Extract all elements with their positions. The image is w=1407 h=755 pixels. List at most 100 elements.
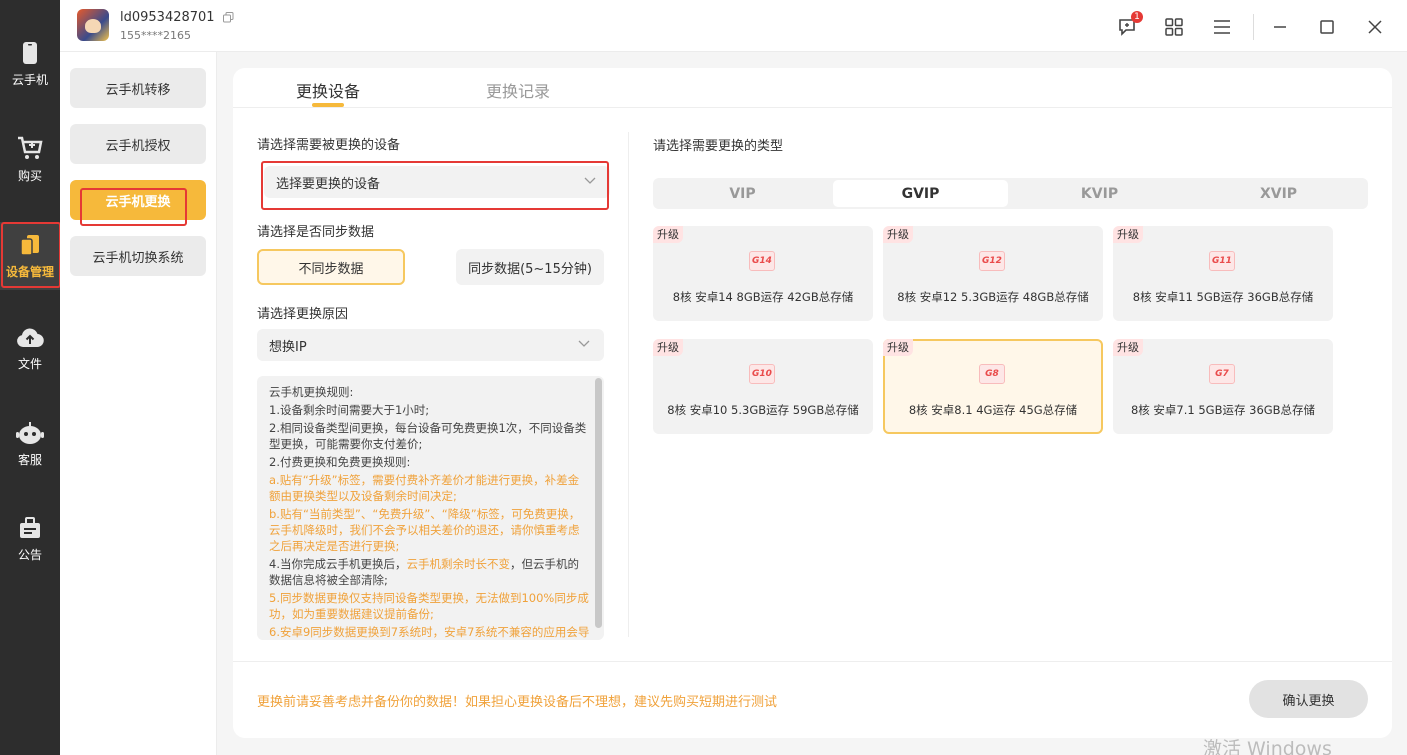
upgrade-tag: 升级 <box>1113 226 1143 243</box>
submenu-authorize[interactable]: 云手机授权 <box>70 124 206 164</box>
submenu-transfer[interactable]: 云手机转移 <box>70 68 206 108</box>
cloud-upload-icon <box>17 327 44 347</box>
product-spec: 8核 安卓12 5.3GB运存 48GB总存储 <box>897 290 1089 304</box>
sync-label: 请选择是否同步数据 <box>257 225 375 240</box>
cart-icon <box>18 136 43 159</box>
footer-warning: 更换前请妥善考虑并备份你的数据！如果担心更换设备后不理想，建议先购买短期进行测试 <box>257 695 778 710</box>
rule-highlight: 云手机剩余时长不变 <box>406 557 510 571</box>
message-button[interactable]: 1 <box>1116 11 1143 38</box>
upgrade-tag: 升级 <box>883 339 913 356</box>
sidebar-item-cloud-phone[interactable]: 云手机 <box>0 30 60 98</box>
minimize-button[interactable] <box>1269 16 1291 38</box>
divider <box>233 107 1392 108</box>
product-card-g8[interactable]: 升级 G8 8核 安卓8.1 4G运存 45G总存储 <box>883 339 1103 434</box>
chevron-down-icon <box>584 177 596 184</box>
sidebar-item-label: 购买 <box>17 168 42 183</box>
tab-replace-history[interactable]: 更换记录 <box>486 78 550 102</box>
top-header: ld0953428701 155****2165 1 <box>60 0 1407 52</box>
tab-replace-device[interactable]: 更换设备 <box>296 78 360 102</box>
device-select-placeholder: 选择要更换的设备 <box>276 176 381 192</box>
device-label: 请选择需要被更换的设备 <box>257 138 401 153</box>
upgrade-tag: 升级 <box>1113 339 1143 356</box>
product-card-g11[interactable]: 升级 G11 8核 安卓11 5GB运存 36GB总存储 <box>1113 226 1333 321</box>
sidebar-item-service[interactable]: 客服 <box>0 410 60 478</box>
copy-icon[interactable] <box>222 12 234 23</box>
sidebar-item-label: 文件 <box>17 356 42 371</box>
sidebar-item-label: 公告 <box>17 547 42 562</box>
main-card: 更换设备 更换记录 请选择需要被更换的设备 选择要更换的设备 请选择是否同步数据… <box>233 68 1392 738</box>
product-card-g7[interactable]: 升级 G7 8核 安卓7.1 5GB运存 36GB总存储 <box>1113 339 1333 434</box>
sidebar-item-buy[interactable]: 购买 <box>0 125 60 193</box>
menu-button[interactable] <box>1211 16 1233 38</box>
product-spec: 8核 安卓14 8GB运存 42GB总存储 <box>672 290 854 304</box>
close-button[interactable] <box>1364 16 1386 38</box>
avatar[interactable] <box>77 9 109 41</box>
product-spec: 8核 安卓10 5.3GB运存 59GB总存储 <box>667 403 859 417</box>
column-divider <box>628 132 629 637</box>
rule-item: 2.付费更换和免费更换规则: <box>269 455 411 469</box>
rule-item: 6.安卓9同步数据更换到7系统时，安卓7系统不兼容的应用会导致安装失败或无法使用… <box>269 625 590 639</box>
sidebar-item-files[interactable]: 文件 <box>0 315 60 383</box>
rules-scrollbar[interactable] <box>595 378 602 628</box>
rule-item: a.贴有“升级”标签，需要付费补齐差价才能进行更换，补差金额由更换类型以及设备剩… <box>269 473 580 503</box>
rule-text: 4.当你完成云手机更换后， <box>269 557 407 571</box>
product-card-g12[interactable]: 升级 G12 8核 安卓12 5.3GB运存 48GB总存储 <box>883 226 1103 321</box>
upgrade-tag: 升级 <box>883 226 913 243</box>
grid-icon <box>1165 18 1183 36</box>
rule-item: 4.当你完成云手机更换后，云手机剩余时长不变，但云手机的数据信息将被全部清除; <box>269 556 590 588</box>
rule-item: 2.相同设备类型间更换，每台设备可免费更换1次，不同设备类型更换，可能需要你支付… <box>269 421 587 451</box>
device-manage-icon <box>20 234 39 256</box>
notification-badge: 1 <box>1131 11 1143 23</box>
sidebar-item-device-manage[interactable]: 设备管理 <box>0 222 60 290</box>
type-tab-vip[interactable]: VIP <box>655 180 830 207</box>
g12-logo-icon: G12 <box>979 251 1005 271</box>
user-id-row: ld0953428701 <box>120 10 234 25</box>
hamburger-icon <box>1214 20 1230 34</box>
maximize-icon <box>1320 20 1334 34</box>
user-id: ld0953428701 <box>120 10 215 25</box>
upgrade-tag: 升级 <box>653 339 683 356</box>
product-spec: 8核 安卓11 5GB运存 36GB总存储 <box>1132 290 1314 304</box>
minimize-icon <box>1274 26 1286 28</box>
reason-select[interactable]: 想换IP <box>257 329 604 361</box>
reason-label: 请选择更换原因 <box>257 307 349 322</box>
reason-select-value: 想换IP <box>269 339 307 355</box>
no-sync-button[interactable]: 不同步数据 <box>257 249 405 285</box>
type-tabs: VIP GVIP KVIP XVIP <box>653 178 1368 209</box>
replace-rules: 云手机更换规则: 1.设备剩余时间需要大于1小时; 2.相同设备类型间更换，每台… <box>257 376 604 640</box>
confirm-replace-button[interactable]: 确认更换 <box>1249 680 1368 718</box>
type-tab-kvip[interactable]: KVIP <box>1012 180 1187 207</box>
type-label: 请选择需要更换的类型 <box>653 139 784 154</box>
product-spec: 8核 安卓8.1 4G运存 45G总存储 <box>908 403 1078 417</box>
left-sidebar: 云手机 购买 设备管理 文件 客服 公告 <box>0 0 60 755</box>
g14-logo-icon: G14 <box>749 251 775 271</box>
device-select[interactable]: 选择要更换的设备 <box>264 166 610 198</box>
header-divider <box>1253 14 1254 40</box>
rule-item: 1.设备剩余时间需要大于1小时; <box>269 403 430 417</box>
phone-icon <box>23 41 37 64</box>
sub-menu: 云手机转移 云手机授权 云手机更换 云手机切换系统 <box>60 52 217 755</box>
robot-icon <box>16 421 44 444</box>
type-tab-xvip[interactable]: XVIP <box>1191 180 1366 207</box>
sidebar-item-label: 设备管理 <box>5 264 54 279</box>
sync-data-button[interactable]: 同步数据(5~15分钟) <box>456 249 604 285</box>
g10-logo-icon: G10 <box>749 364 775 384</box>
product-card-g14[interactable]: 升级 G14 8核 安卓14 8GB运存 42GB总存储 <box>653 226 873 321</box>
product-card-g10[interactable]: 升级 G10 8核 安卓10 5.3GB运存 59GB总存储 <box>653 339 873 434</box>
sidebar-item-label: 云手机 <box>11 72 48 87</box>
maximize-button[interactable] <box>1316 16 1338 38</box>
g7-logo-icon: G7 <box>1209 364 1235 384</box>
rule-item: b.贴有“当前类型”、“免费升级”、“降级”标签，可免费更换，云手机降级时，我们… <box>269 507 581 553</box>
type-tab-gvip[interactable]: GVIP <box>833 180 1008 207</box>
g11-logo-icon: G11 <box>1209 251 1235 271</box>
rule-item: 5.同步数据更换仅支持同设备类型更换，无法做到100%同步成功，如为重要数据建议… <box>269 591 589 621</box>
apps-button[interactable] <box>1163 16 1185 38</box>
submenu-replace[interactable]: 云手机更换 <box>70 180 206 220</box>
submenu-switch-system[interactable]: 云手机切换系统 <box>70 236 206 276</box>
rules-title: 云手机更换规则: <box>269 385 354 399</box>
g8-logo-icon: G8 <box>979 364 1005 384</box>
sidebar-item-announcement[interactable]: 公告 <box>0 505 60 573</box>
product-spec: 8核 安卓7.1 5GB运存 36GB总存储 <box>1130 403 1316 417</box>
close-icon <box>1368 20 1382 34</box>
divider <box>233 661 1392 662</box>
